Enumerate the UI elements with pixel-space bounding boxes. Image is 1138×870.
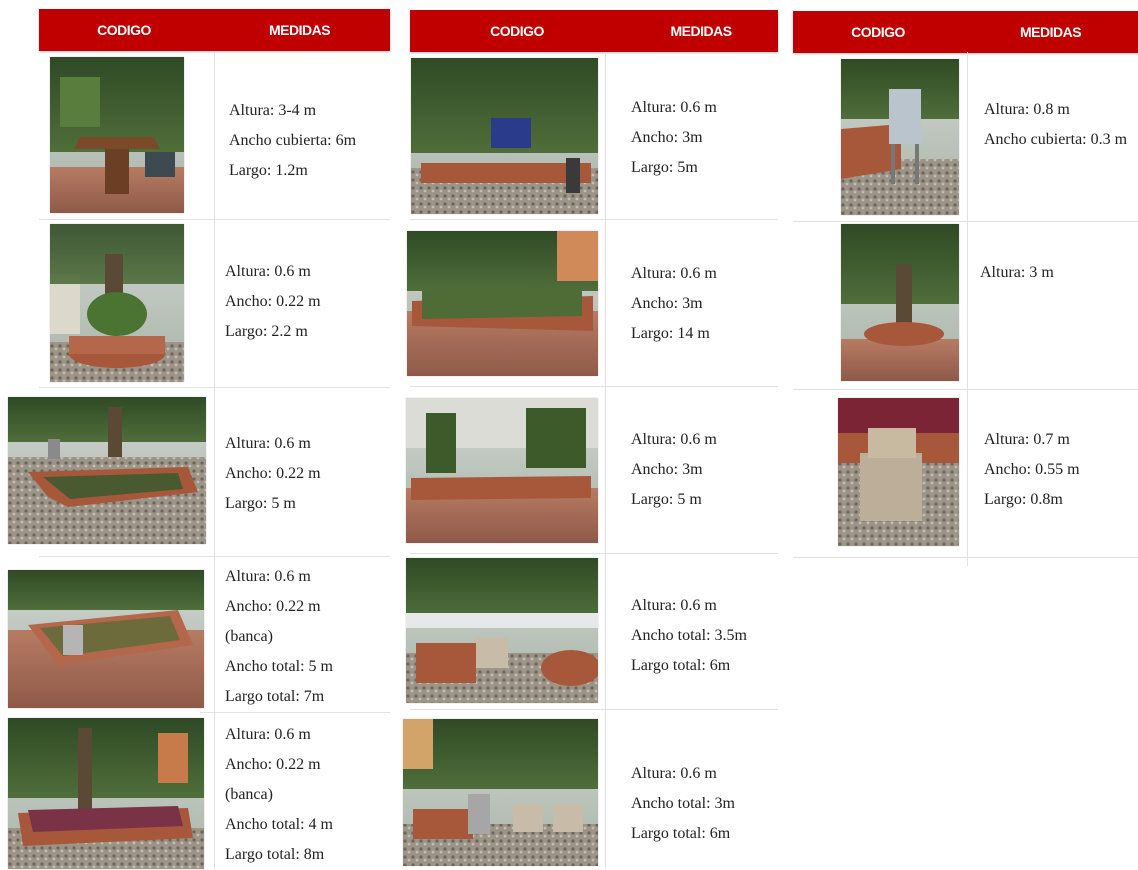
photo-planter-round: [50, 224, 184, 382]
photo-trash-bin: [841, 59, 959, 215]
measures-cell: Altura: 0.6 m Ancho: 0.22 m (banca) Anch…: [225, 720, 333, 870]
measure-line: Ancho cubierta: 6m: [229, 132, 357, 149]
measures-cell: Altura: 0.6 m Ancho: 3m Largo: 5m: [631, 93, 717, 183]
measures-cell: Altura: 3-4 m Ancho cubierta: 6m Largo: …: [229, 96, 356, 186]
measure-line: Largo total: 6m: [631, 825, 731, 842]
measure-line: Altura: 0.6 m: [225, 263, 311, 280]
divider: [793, 389, 1138, 390]
divider: [410, 219, 778, 220]
measure-line: Largo total: 8m: [225, 846, 325, 863]
measure-line: Altura: 3-4 m: [229, 102, 317, 119]
photo-planter-wide: [407, 231, 598, 376]
measure-line: Largo: 1.2m: [229, 162, 308, 179]
measure-line: Largo total: 7m: [225, 688, 325, 705]
measure-line: Altura: 0.8 m: [984, 101, 1070, 118]
header-medidas: MEDIDAS: [268, 22, 331, 38]
photo-kiosk: [50, 57, 184, 213]
measures-cell: Altura: 0.8 m Ancho cubierta: 0.3 m: [984, 95, 1134, 148]
measures-cell: Altura: 0.6 m Ancho: 3m Largo: 14 m: [631, 259, 717, 349]
photo-planter-long: [8, 397, 206, 544]
divider: [605, 52, 606, 869]
measure-line: (banca): [225, 786, 273, 803]
header-codigo: CODIGO: [851, 24, 905, 40]
divider: [793, 557, 1138, 558]
measure-line: Largo: 5 m: [225, 495, 296, 512]
measure-line: Altura: 0.6 m: [225, 435, 311, 452]
divider: [39, 556, 390, 557]
measure-line: Ancho total: 4 m: [225, 816, 333, 833]
measure-line: Ancho: 0.22 m: [225, 756, 321, 773]
measure-line: Altura: 0.6 m: [631, 597, 717, 614]
measure-line: Largo: 2.2 m: [225, 323, 308, 340]
photo-planter-palms: [406, 398, 598, 543]
measure-line: Ancho cubierta: 0.3 m: [984, 131, 1128, 148]
header-codigo: CODIGO: [97, 22, 151, 38]
measure-line: Altura: 0.6 m: [631, 765, 717, 782]
divider: [793, 221, 1138, 222]
table-header-2: CODIGO MEDIDAS: [410, 10, 778, 52]
measure-line: Largo: 5 m: [631, 491, 702, 508]
measure-line: Altura: 0.6 m: [631, 265, 717, 282]
measure-line: Altura: 0.6 m: [225, 726, 311, 743]
divider: [214, 52, 215, 869]
photo-tree-post: [841, 224, 959, 381]
photo-plaza-stage: [411, 58, 598, 214]
measure-line: Largo: 5m: [631, 159, 698, 176]
measure-line: Ancho: 3m: [631, 129, 703, 146]
measure-line: Altura: 0.7 m: [984, 431, 1070, 448]
photo-concrete-seat: [838, 398, 959, 546]
measure-line: (banca): [225, 628, 273, 645]
photo-planter-seats: [406, 558, 598, 703]
divider: [967, 52, 968, 566]
measure-line: Ancho: 0.22 m: [225, 293, 321, 310]
divider: [39, 387, 390, 388]
measures-cell: Altura: 0.7 m Ancho: 0.55 m Largo: 0.8m: [984, 425, 1080, 515]
measures-cell: Altura: 0.6 m Ancho: 0.22 m Largo: 5 m: [225, 429, 321, 519]
header-medidas: MEDIDAS: [1019, 24, 1082, 40]
measures-cell: Altura: 0.6 m Ancho total: 3m Largo tota…: [631, 759, 735, 849]
measure-line: Ancho total: 3.5m: [631, 627, 747, 644]
divider: [39, 219, 390, 220]
measure-line: Ancho: 0.55 m: [984, 461, 1080, 478]
measure-line: Altura: 0.6 m: [631, 99, 717, 116]
photo-bin-seats: [403, 719, 598, 866]
measures-cell: Altura: 0.6 m Ancho: 0.22 m Largo: 2.2 m: [225, 257, 321, 347]
divider: [410, 709, 778, 710]
divider: [410, 553, 778, 554]
measure-line: Largo total: 6m: [631, 657, 731, 674]
measure-line: Largo: 14 m: [631, 325, 710, 342]
header-medidas: MEDIDAS: [670, 23, 732, 39]
measure-line: Ancho: 0.22 m: [225, 465, 321, 482]
measure-line: Ancho: 0.22 m: [225, 598, 321, 615]
divider: [410, 386, 778, 387]
measure-line: Ancho total: 3m: [631, 795, 735, 812]
measure-line: Ancho: 3m: [631, 295, 703, 312]
measure-line: Altura: 0.6 m: [225, 568, 311, 585]
measure-line: Largo: 0.8m: [984, 491, 1063, 508]
measures-cell: Altura: 0.6 m Ancho: 3m Largo: 5 m: [631, 425, 717, 515]
measures-cell: Altura: 0.6 m Ancho total: 3.5m Largo to…: [631, 591, 747, 681]
divider: [200, 712, 390, 713]
photo-planter-trees: [8, 718, 204, 869]
measures-cell: Altura: 0.6 m Ancho: 0.22 m (banca) Anch…: [225, 562, 333, 712]
table-header-1: CODIGO MEDIDAS: [39, 9, 390, 51]
measure-line: Altura: 0.6 m: [631, 431, 717, 448]
measure-line: Altura: 3 m: [980, 264, 1054, 281]
header-codigo: CODIGO: [490, 23, 544, 39]
measure-line: Ancho: 3m: [631, 461, 703, 478]
photo-planter-bench: [8, 570, 204, 708]
table-header-3: CODIGO MEDIDAS: [793, 11, 1138, 53]
measure-line: Ancho total: 5 m: [225, 658, 333, 675]
measures-cell: Altura: 3 m: [980, 258, 1054, 288]
